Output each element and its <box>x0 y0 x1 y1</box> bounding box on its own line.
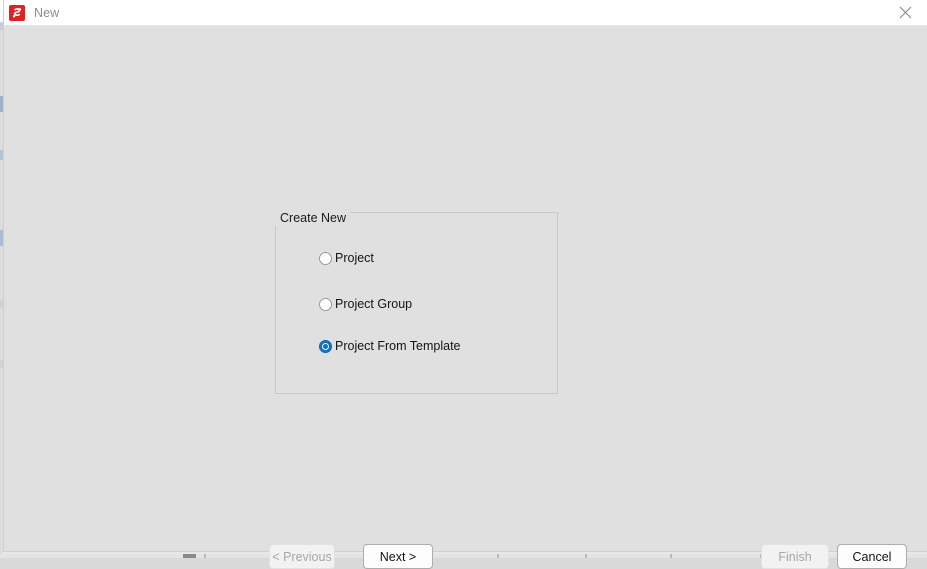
radio-option-project-group[interactable]: Project Group <box>319 295 412 313</box>
radio-option-label: Project From Template <box>335 339 461 353</box>
cancel-button[interactable]: Cancel <box>837 544 907 569</box>
finish-button[interactable]: Finish <box>761 544 829 569</box>
radio-indicator-selected[interactable] <box>319 339 332 353</box>
create-new-groupbox-label: Create New <box>275 211 350 226</box>
radio-indicator[interactable] <box>319 251 332 265</box>
radio-indicator[interactable] <box>319 297 332 311</box>
previous-button[interactable]: < Previous <box>269 544 335 569</box>
next-button[interactable]: Next > <box>363 544 433 569</box>
dialog-body: Create New Project Project Group Project… <box>4 26 927 569</box>
dialog-titlebar: New <box>4 0 927 26</box>
radio-option-label: Project Group <box>335 297 413 311</box>
radio-option-project[interactable]: Project <box>319 249 374 267</box>
radio-option-project-from-template[interactable]: Project From Template <box>319 337 461 355</box>
radio-option-label: Project <box>335 251 374 265</box>
close-icon[interactable] <box>883 0 927 25</box>
new-project-wizard-dialog: New Create New Project Project Group Pro… <box>3 0 927 569</box>
dialog-title: New <box>34 5 60 20</box>
rad-studio-logo-icon <box>9 4 25 21</box>
create-new-groupbox <box>275 212 558 394</box>
